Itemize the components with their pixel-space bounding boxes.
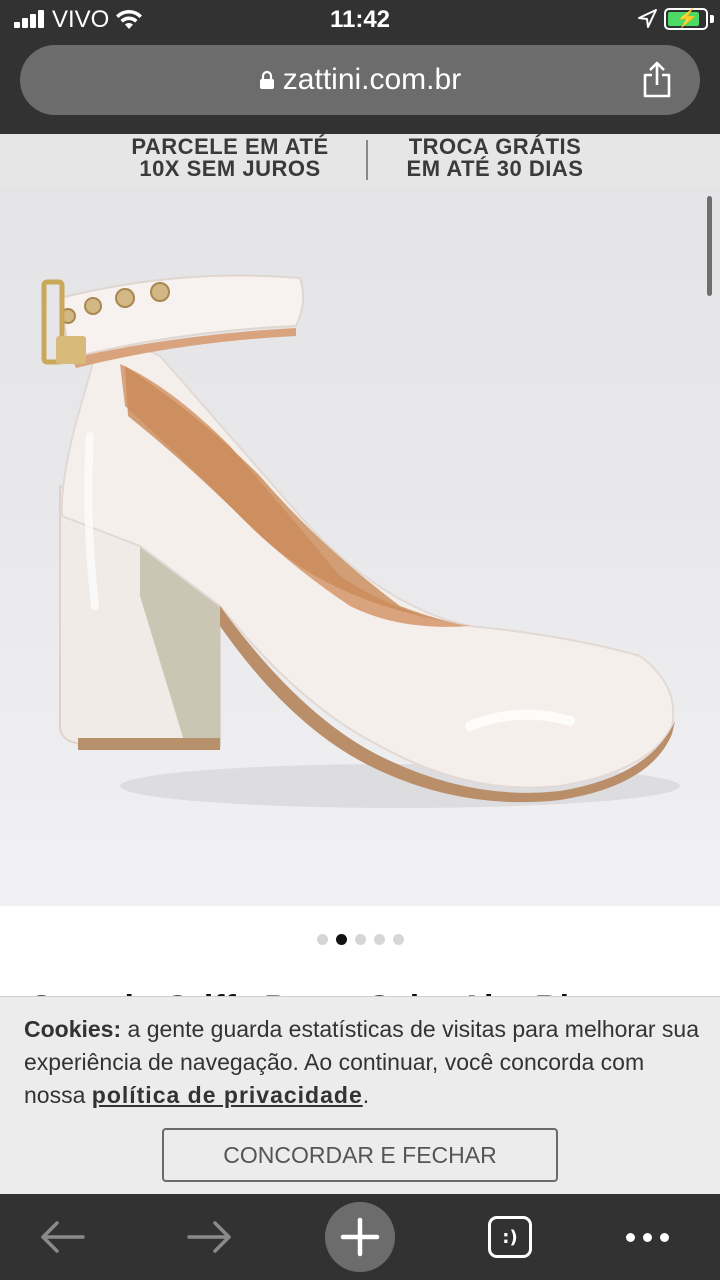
battery-icon: ⚡ (664, 8, 708, 30)
battery-tip (710, 15, 714, 23)
web-page: PARCELE EM ATÉ 10X SEM JUROS TROCA GRÁTI… (0, 134, 720, 1194)
browser-toolbar: :) (0, 1194, 720, 1280)
share-icon[interactable] (640, 61, 674, 99)
free-return-line1: TROCA GRÁTIS (408, 134, 582, 159)
installments-line1: PARCELE EM ATÉ (131, 134, 329, 159)
location-arrow-icon (638, 9, 657, 28)
forward-button[interactable] (178, 1194, 242, 1280)
cookie-end: . (362, 1082, 370, 1108)
address-bar-content[interactable]: zattini.com.br (20, 45, 700, 115)
cookie-banner: Cookies: a gente guarda estatísticas de … (0, 996, 720, 1194)
banner-divider (366, 140, 368, 180)
back-arrow-icon (41, 1221, 85, 1253)
status-bar: VIVO 11:42 ⚡ (0, 0, 720, 40)
url-text[interactable]: zattini.com.br (283, 63, 461, 97)
cookie-label: Cookies: (24, 1016, 122, 1042)
more-icon (625, 1232, 669, 1242)
carousel-dot[interactable] (354, 934, 366, 945)
free-return-line2: EM ATÉ 30 DIAS (406, 156, 584, 181)
plus-circle (325, 1202, 395, 1272)
carousel-dot[interactable] (373, 934, 385, 945)
promo-banner: PARCELE EM ATÉ 10X SEM JUROS TROCA GRÁTI… (0, 134, 720, 186)
tabs-button[interactable]: :) (478, 1194, 542, 1280)
status-time: 11:42 (329, 6, 391, 33)
cookie-message: Cookies: a gente guarda estatísticas de … (24, 1013, 704, 1112)
carousel-dot[interactable] (335, 934, 347, 945)
plus-icon (340, 1217, 380, 1257)
installments-line2: 10X SEM JUROS (139, 156, 321, 181)
installments-promo: PARCELE EM ATÉ 10X SEM JUROS (110, 136, 350, 180)
free-return-promo: TROCA GRÁTIS EM ATÉ 30 DIAS (380, 136, 610, 180)
address-bar[interactable]: zattini.com.br (20, 45, 700, 115)
browser-app: VIVO 11:42 ⚡ zattini.com.br PARCELE EM A… (0, 0, 720, 1280)
carousel-dot[interactable] (316, 934, 328, 945)
privacy-policy-link[interactable]: política de privacidade (92, 1082, 363, 1108)
charging-bolt-icon: ⚡ (676, 8, 699, 28)
accept-cookies-button[interactable]: CONCORDAR E FECHAR (162, 1128, 558, 1182)
product-image[interactable] (0, 186, 720, 906)
new-tab-button[interactable] (323, 1194, 397, 1280)
back-button[interactable] (30, 1194, 94, 1280)
more-button[interactable] (612, 1194, 682, 1280)
lock-icon (259, 70, 274, 89)
carousel-dot[interactable] (392, 934, 404, 945)
page-scrollbar[interactable] (707, 196, 712, 296)
top-chrome: VIVO 11:42 ⚡ zattini.com.br (0, 0, 720, 134)
carousel-indicator[interactable] (0, 934, 720, 948)
shoe-illustration (41, 274, 680, 808)
tabs-icon: :) (488, 1216, 532, 1258)
forward-arrow-icon (187, 1221, 231, 1253)
